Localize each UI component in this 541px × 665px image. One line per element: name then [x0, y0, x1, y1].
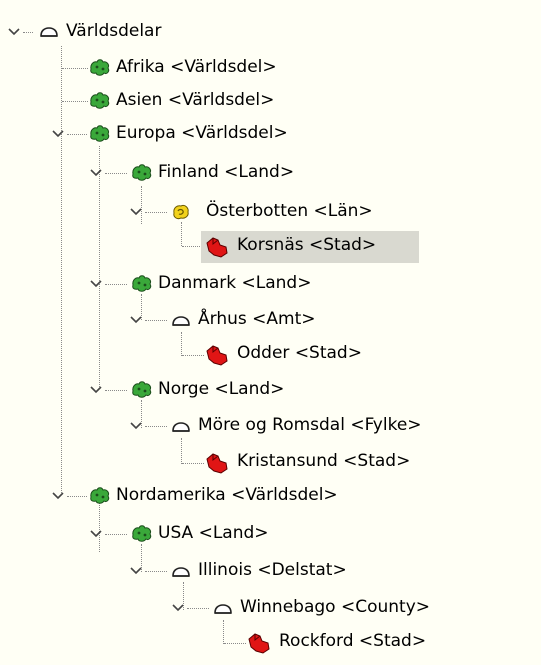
cloud-outline-icon	[212, 597, 234, 619]
tree-connector	[62, 68, 88, 69]
tree-connector	[23, 32, 33, 33]
green-map-icon	[130, 273, 152, 295]
expand-chevron-icon[interactable]	[128, 563, 144, 579]
green-map-icon	[130, 162, 152, 184]
expand-chevron-icon[interactable]	[6, 24, 22, 40]
expand-chevron-icon[interactable]	[88, 382, 104, 398]
red-map-icon	[204, 235, 228, 258]
yellow-map-icon	[170, 201, 192, 223]
tree-node-label[interactable]: Danmark <Land>	[154, 271, 315, 295]
tree-node-label[interactable]: Korsnäs <Stad>	[233, 233, 380, 257]
tree-node-label[interactable]: Illinois <Delstat>	[194, 558, 351, 582]
green-map-icon	[88, 57, 110, 79]
tree-node-label[interactable]: Europa <Världsdel>	[112, 121, 292, 145]
tree-connector	[181, 222, 182, 246]
red-map-icon	[204, 343, 228, 366]
tree-connector	[182, 355, 204, 356]
tree-connector	[224, 643, 246, 644]
tree-connector	[67, 134, 87, 135]
tree-node-label[interactable]: Världsdelar	[62, 19, 165, 43]
red-map-icon	[246, 631, 270, 654]
cloud-outline-icon	[170, 415, 192, 437]
tree-connector	[187, 608, 209, 609]
tree-node-label[interactable]: Asien <Världsdel>	[112, 88, 278, 112]
tree-node-label[interactable]: Århus <Amt>	[194, 307, 319, 331]
tree-connector	[145, 426, 167, 427]
tree-connector	[99, 146, 100, 387]
expand-chevron-icon[interactable]	[50, 488, 66, 504]
tree-connector	[145, 571, 167, 572]
tree-connector	[223, 620, 224, 644]
expand-chevron-icon[interactable]	[88, 165, 104, 181]
cloud-outline-icon	[170, 560, 192, 582]
expand-chevron-icon[interactable]	[88, 526, 104, 542]
expand-chevron-icon[interactable]	[128, 204, 144, 220]
tree-node-label[interactable]: Odder <Stad>	[233, 341, 366, 365]
tree-node-label[interactable]: Finland <Land>	[154, 160, 298, 184]
tree-node-label[interactable]: Österbotten <Län>	[202, 199, 377, 223]
tree-view: Världsdelar Afrika <Världsdel> Asien <Vä…	[0, 0, 541, 665]
cloud-outline-icon	[170, 309, 192, 331]
tree-node-label[interactable]: Norge <Land>	[154, 377, 288, 401]
tree-node-label[interactable]: Winnebago <County>	[236, 595, 434, 619]
tree-node-label[interactable]: Kristansund <Stad>	[233, 449, 414, 473]
expand-chevron-icon[interactable]	[128, 312, 144, 328]
green-map-icon	[88, 485, 110, 507]
green-map-icon	[88, 123, 110, 145]
tree-node-label[interactable]: Möre og Romsdal <Fylke>	[194, 413, 426, 437]
tree-connector	[105, 173, 127, 174]
green-map-icon	[88, 90, 110, 112]
tree-node-label[interactable]: Rockford <Stad>	[275, 629, 430, 653]
tree-connector	[182, 463, 204, 464]
expand-chevron-icon[interactable]	[50, 126, 66, 142]
tree-node-label[interactable]: Afrika <Världsdel>	[112, 55, 281, 79]
tree-connector	[61, 46, 62, 495]
tree-node-label[interactable]: Nordamerika <Världsdel>	[112, 483, 342, 507]
tree-node-label[interactable]: USA <Land>	[154, 521, 273, 545]
tree-connector	[67, 496, 87, 497]
red-map-icon	[204, 451, 228, 474]
green-map-icon	[130, 379, 152, 401]
tree-connector	[105, 284, 127, 285]
tree-connector	[181, 332, 182, 356]
tree-connector	[145, 320, 167, 321]
tree-connector	[62, 101, 88, 102]
expand-chevron-icon[interactable]	[170, 600, 186, 616]
tree-connector	[105, 390, 127, 391]
tree-connector	[105, 534, 127, 535]
tree-connector	[145, 212, 167, 213]
expand-chevron-icon[interactable]	[128, 418, 144, 434]
cloud-outline-icon	[38, 20, 60, 42]
green-map-icon	[130, 523, 152, 545]
tree-connector	[181, 438, 182, 464]
expand-chevron-icon[interactable]	[88, 276, 104, 292]
